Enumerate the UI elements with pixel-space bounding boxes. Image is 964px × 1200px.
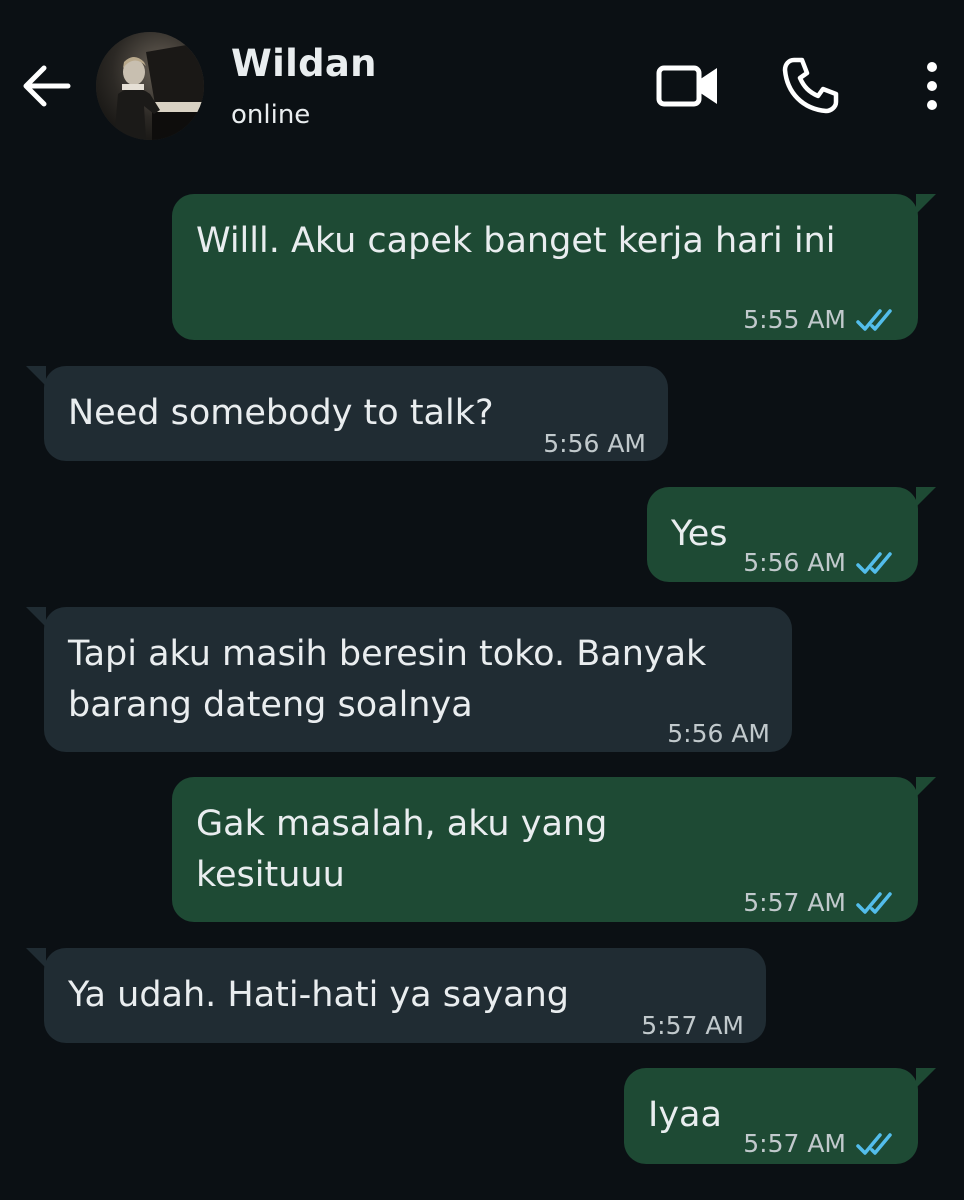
message-text: Gak masalah, aku yang kesituuu bbox=[196, 804, 608, 895]
avatar-photo bbox=[96, 32, 204, 140]
chat-header: Wildan online bbox=[0, 0, 964, 170]
message-meta: 5:55 AM bbox=[743, 294, 896, 345]
message-meta: 5:56 AM bbox=[743, 537, 896, 588]
avatar[interactable] bbox=[96, 32, 204, 140]
message-bubble-outgoing[interactable]: Gak masalah, aku yang kesituuu 5:57 AM bbox=[172, 777, 936, 922]
message-meta: 5:57 AM bbox=[743, 877, 896, 928]
video-camera-icon bbox=[656, 65, 717, 107]
message-text: Willl. Aku capek banget kerja hari ini bbox=[196, 221, 836, 261]
message-time: 5:55 AM bbox=[743, 305, 846, 334]
more-options-button[interactable] bbox=[914, 60, 950, 112]
message-meta: 5:57 AM bbox=[743, 1118, 896, 1169]
bubble-tail bbox=[916, 1068, 936, 1088]
vertical-dots-icon bbox=[927, 62, 937, 110]
double-check-icon bbox=[856, 891, 892, 914]
bubble-tail bbox=[26, 366, 46, 386]
message-time: 5:57 AM bbox=[743, 1129, 846, 1158]
bubble-tail bbox=[916, 487, 936, 507]
double-check-icon bbox=[856, 551, 892, 574]
message-meta: 5:57 AM bbox=[641, 1000, 744, 1051]
message-time: 5:56 AM bbox=[743, 548, 846, 577]
voice-call-button[interactable] bbox=[780, 56, 840, 116]
double-check-icon bbox=[856, 308, 892, 331]
message-bubble-incoming[interactable]: Need somebody to talk? 5:56 AM bbox=[26, 366, 668, 461]
bubble-tail bbox=[916, 194, 936, 214]
message-bubble-outgoing[interactable]: Yes 5:56 AM bbox=[647, 487, 936, 582]
message-bubble-incoming[interactable]: Ya udah. Hati-hati ya sayang 5:57 AM bbox=[26, 948, 766, 1043]
message-time: 5:56 AM bbox=[543, 429, 646, 458]
back-button[interactable] bbox=[18, 58, 74, 114]
message-time: 5:56 AM bbox=[667, 719, 770, 748]
message-bubble-incoming[interactable]: Tapi aku masih beresin toko. Banyak bara… bbox=[26, 607, 792, 752]
message-time: 5:57 AM bbox=[641, 1011, 744, 1040]
message-text: Tapi aku masih beresin toko. Banyak bara… bbox=[68, 634, 707, 725]
contact-status: online bbox=[231, 100, 311, 130]
double-check-icon bbox=[856, 1132, 892, 1155]
message-bubble-outgoing[interactable]: Iyaa 5:57 AM bbox=[624, 1068, 936, 1164]
contact-name[interactable]: Wildan bbox=[231, 42, 377, 85]
message-meta: 5:56 AM bbox=[667, 708, 770, 759]
arrow-left-icon bbox=[23, 65, 71, 107]
bubble-tail bbox=[916, 777, 936, 797]
message-bubble-outgoing[interactable]: Willl. Aku capek banget kerja hari ini 5… bbox=[172, 194, 936, 340]
bubble-tail bbox=[26, 948, 46, 968]
bubble-tail bbox=[26, 607, 46, 627]
video-call-button[interactable] bbox=[655, 60, 721, 112]
message-time: 5:57 AM bbox=[743, 888, 846, 917]
phone-icon bbox=[782, 57, 839, 114]
message-meta: 5:56 AM bbox=[543, 418, 646, 469]
